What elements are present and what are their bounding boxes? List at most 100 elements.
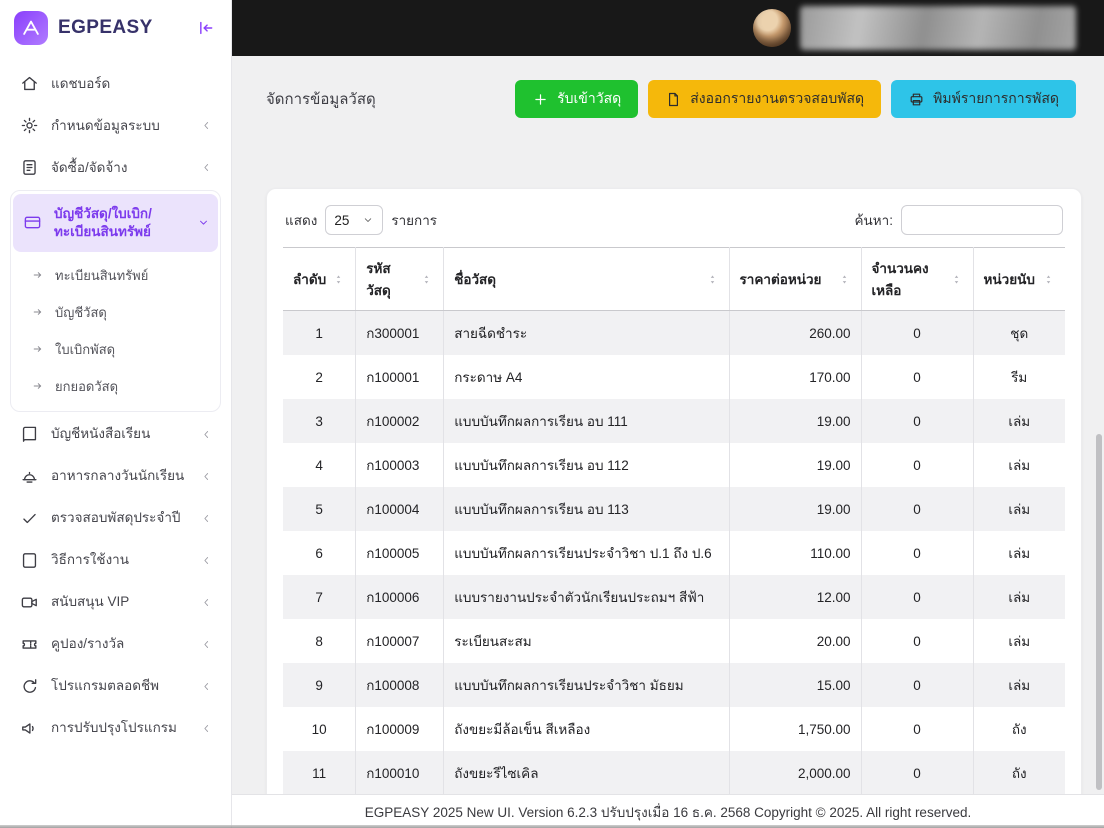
sidebar-subitem-label: ยกยอดวัสดุ xyxy=(55,378,119,394)
sidebar-item-textbooks[interactable]: บัญชีหนังสือเรียน xyxy=(10,414,221,455)
cell-index: 5 xyxy=(283,487,357,531)
page-content: จัดการข้อมูลวัสดุ รับเข้าวัสดุ ส่งออกราย… xyxy=(232,56,1104,794)
table-row: 6 ก100005 แบบบันทึกผลการเรียนประจำวิชา ป.1… xyxy=(283,531,1065,575)
cell-unit: รีม xyxy=(1011,370,1028,385)
redacted-username xyxy=(800,6,1076,50)
export-report-button[interactable]: ส่งออกรายงานตรวจสอบพัสดุ xyxy=(648,80,882,118)
sidebar-item-lunch[interactable]: อาหารกลางวันนักเรียน xyxy=(10,456,221,497)
sort-icon xyxy=(706,273,719,286)
sidebar-item-materials[interactable]: บัญชีวัสดุ/ใบเบิก/ทะเบียนสินทรัพย์ xyxy=(13,194,218,252)
cell-name: แบบบันทึกผลการเรียน อบ 113 xyxy=(443,487,730,531)
sidebar-header: EGPEASY xyxy=(0,0,231,56)
book-icon xyxy=(20,425,39,444)
sidebar-item-vip[interactable]: สนับสนุน VIP xyxy=(10,582,221,623)
materials-table-card: แสดง 25 รายการ ค้นหา: ลำดับ รหัสวัสดุ ชื่อ… xyxy=(266,188,1082,794)
cell-index: 1 xyxy=(283,310,357,355)
cell-index: 8 xyxy=(283,619,357,663)
user-avatar[interactable] xyxy=(753,9,791,47)
show-label: แสดง xyxy=(285,213,318,228)
cell-qty: 0 xyxy=(861,575,974,619)
entries-label: รายการ xyxy=(391,213,438,228)
cell-price: 1,750.00 xyxy=(729,707,862,751)
cell-index: 6 xyxy=(283,531,357,575)
cell-price: 2,000.00 xyxy=(729,751,862,794)
vertical-scrollbar[interactable] xyxy=(1096,434,1102,790)
footer: EGPEASY 2025 New UI. Version 6.2.3 ปรับป… xyxy=(232,794,1104,828)
sort-icon xyxy=(420,273,433,286)
cell-index: 3 xyxy=(283,399,357,443)
table-row: 9 ก100008 แบบบันทึกผลการเรียนประจำวิชา มัธ… xyxy=(283,663,1065,707)
cell-unit: ถัง xyxy=(1011,722,1027,737)
chevron-down-icon xyxy=(362,214,374,226)
sort-icon xyxy=(1042,273,1055,286)
sidebar-item-manual[interactable]: วิธีการใช้งาน xyxy=(10,540,221,581)
arrow-right-icon xyxy=(31,268,45,282)
chevron-left-icon xyxy=(200,596,213,609)
lifetime-icon xyxy=(20,677,39,696)
cell-qty: 0 xyxy=(861,399,974,443)
cell-qty: 0 xyxy=(861,707,974,751)
column-header-price[interactable]: ราคาต่อหน่วย xyxy=(729,247,862,311)
sidebar-item-updates[interactable]: การปรับปรุงโปรแกรม xyxy=(10,708,221,749)
cell-price: 260.00 xyxy=(729,310,862,355)
column-header-index[interactable]: ลำดับ xyxy=(283,247,357,311)
cell-index: 9 xyxy=(283,663,357,707)
sidebar-subitem-material-account[interactable]: บัญชีวัสดุ xyxy=(25,294,218,331)
column-header-code[interactable]: รหัสวัสดุ xyxy=(355,247,445,311)
material-icon xyxy=(23,213,42,232)
purchase-icon xyxy=(20,158,39,177)
collapse-sidebar-icon[interactable] xyxy=(193,16,217,40)
cell-qty: 0 xyxy=(861,443,974,487)
sidebar-item-label: การปรับปรุงโปรแกรม xyxy=(51,720,177,736)
column-header-name[interactable]: ชื่อวัสดุ xyxy=(443,247,730,311)
sidebar-subitem-label: ทะเบียนสินทรัพย์ xyxy=(55,267,149,283)
page-size-select[interactable]: 25 xyxy=(325,205,384,235)
column-label-price: ราคาต่อหน่วย xyxy=(739,272,822,287)
sidebar-item-label: แดชบอร์ด xyxy=(51,75,111,91)
cell-code: ก100004 xyxy=(355,487,445,531)
receive-material-button[interactable]: รับเข้าวัสดุ xyxy=(515,80,639,118)
sidebar-subitem-requisition[interactable]: ใบเบิกพัสดุ xyxy=(25,331,218,368)
cell-code: ก100007 xyxy=(355,619,445,663)
chevron-left-icon xyxy=(200,161,213,174)
sidebar-item-procurement[interactable]: จัดซื้อ/จัดจ้าง xyxy=(10,147,221,188)
sidebar-item-annual-audit[interactable]: ตรวจสอบพัสดุประจำปี xyxy=(10,498,221,539)
chevron-left-icon xyxy=(200,470,213,483)
search-input[interactable] xyxy=(901,205,1063,235)
table-row: 8 ก100007 ระเบียนสะสม 20.00 0 เล่ม xyxy=(283,619,1065,663)
column-header-qty[interactable]: จำนวนคงเหลือ xyxy=(861,247,974,311)
materials-table: ลำดับ รหัสวัสดุ ชื่อวัสดุ ราคาต่อหน่วย จำนวน… xyxy=(283,247,1065,794)
cell-code: ก100010 xyxy=(355,751,445,794)
sidebar-subitem-asset-register[interactable]: ทะเบียนสินทรัพย์ xyxy=(25,257,218,294)
table-row: 1 ก300001 สายฉีดชำระ 260.00 0 ชุด xyxy=(283,310,1065,355)
chevron-left-icon xyxy=(200,512,213,525)
column-label-code: รหัสวัสดุ xyxy=(366,261,391,298)
cell-qty: 0 xyxy=(861,531,974,575)
sidebar-item-coupons[interactable]: คูปอง/รางวัล xyxy=(10,624,221,665)
cell-name: ถังขยะมีล้อเข็น สีเหลือง xyxy=(443,707,730,751)
sidebar-item-label: คูปอง/รางวัล xyxy=(51,636,125,652)
sidebar-item-label: บัญชีวัสดุ/ใบเบิก/ทะเบียนสินทรัพย์ xyxy=(54,206,152,239)
print-list-button[interactable]: พิมพ์รายการการพัสดุ xyxy=(891,80,1076,118)
brand-logo-icon xyxy=(14,11,48,45)
table-header-row: ลำดับ รหัสวัสดุ ชื่อวัสดุ ราคาต่อหน่วย จำนวน… xyxy=(283,247,1065,311)
cell-qty: 0 xyxy=(861,619,974,663)
cell-code: ก100008 xyxy=(355,663,445,707)
sidebar-item-lifetime[interactable]: โปรแกรมตลอดชีพ xyxy=(10,666,221,707)
page-size-value: 25 xyxy=(334,212,350,228)
sidebar-item-dashboard[interactable]: แดชบอร์ด xyxy=(10,63,221,104)
sidebar-subitem-carry-forward[interactable]: ยกยอดวัสดุ xyxy=(25,368,218,405)
sidebar-item-label: จัดซื้อ/จัดจ้าง xyxy=(51,159,128,175)
cell-code: ก100001 xyxy=(355,355,445,399)
cell-name: แบบรายงานประจำตัวนักเรียนประถมฯ สีฟ้า xyxy=(443,575,730,619)
cell-name: สายฉีดชำระ xyxy=(443,310,730,355)
chevron-left-icon xyxy=(200,554,213,567)
video-icon xyxy=(20,593,39,612)
column-header-unit[interactable]: หน่วยนับ xyxy=(973,247,1065,311)
cell-code: ก300001 xyxy=(355,310,445,355)
cell-index: 10 xyxy=(283,707,357,751)
user-menu[interactable] xyxy=(753,6,1076,50)
sidebar-item-system-config[interactable]: กำหนดข้อมูลระบบ xyxy=(10,105,221,146)
gear-icon xyxy=(20,116,39,135)
cell-unit: เล่ม xyxy=(1008,458,1031,473)
